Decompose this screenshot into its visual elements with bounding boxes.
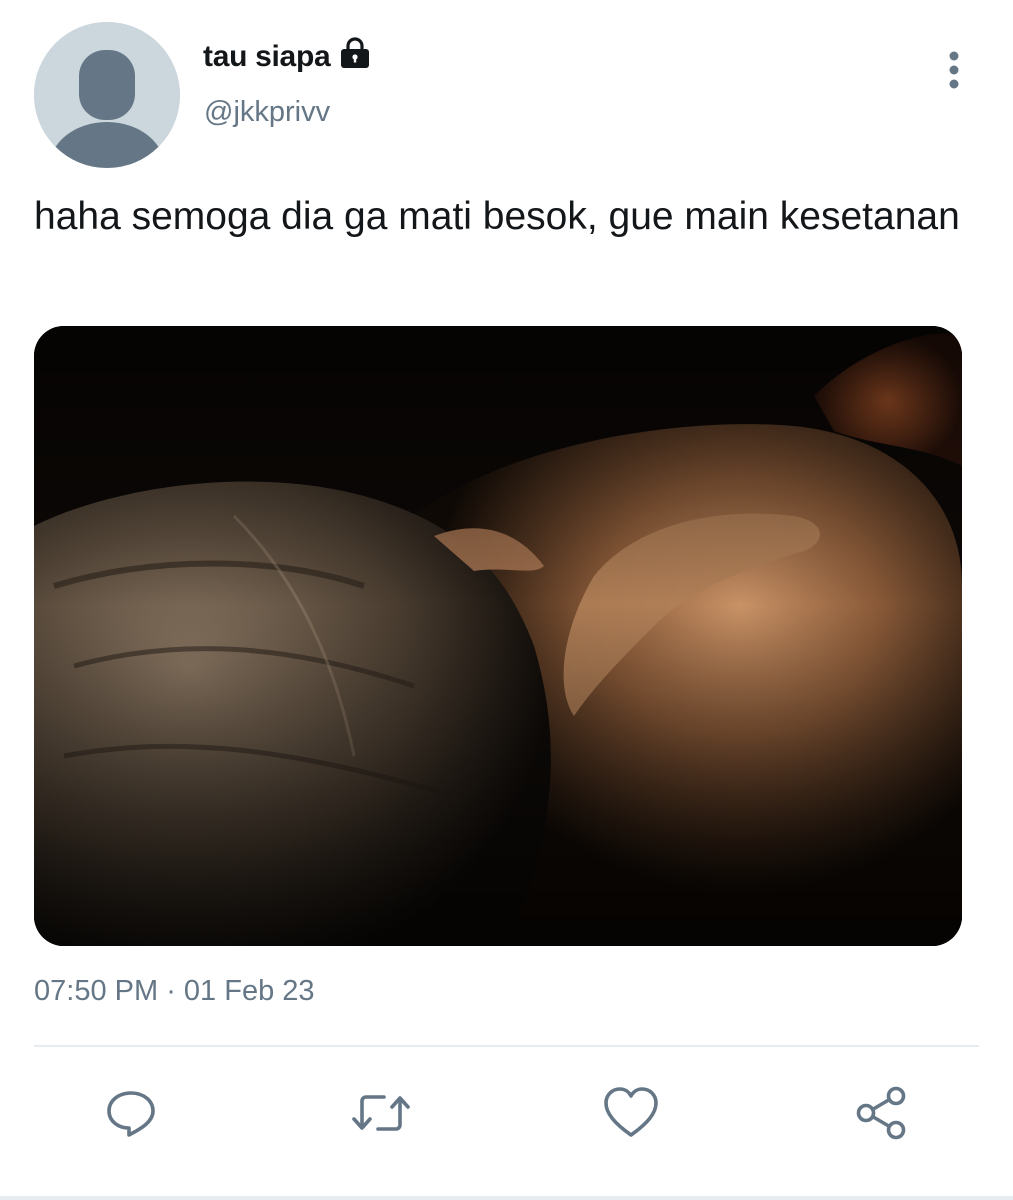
tweet-text: haha semoga dia ga mati besok, gue main … xyxy=(34,195,960,238)
user-handle[interactable]: @jkkprivv xyxy=(204,96,330,129)
reply-button[interactable] xyxy=(100,1082,162,1144)
display-name[interactable]: tau siapa xyxy=(203,40,331,74)
like-button[interactable] xyxy=(600,1082,662,1144)
lock-icon xyxy=(338,36,372,75)
more-vertical-icon xyxy=(949,51,959,89)
timestamp-separator: · xyxy=(158,975,184,1007)
more-options-button[interactable] xyxy=(934,48,974,92)
heart-icon xyxy=(604,1087,658,1137)
tweet-time: 07:50 PM xyxy=(34,975,159,1007)
divider xyxy=(34,1045,979,1047)
retweet-button[interactable] xyxy=(350,1082,412,1144)
retweet-icon xyxy=(352,1095,410,1131)
bottom-border xyxy=(0,1196,1013,1200)
share-button[interactable] xyxy=(850,1082,912,1144)
tweet-timestamp[interactable]: 07:50 PM · 01 Feb 23 xyxy=(34,975,315,1008)
share-icon xyxy=(856,1086,906,1140)
user-name-row[interactable]: tau siapa xyxy=(203,36,372,75)
tweet-photo[interactable] xyxy=(34,326,962,946)
avatar[interactable] xyxy=(34,22,180,168)
tweet-date: 01 Feb 23 xyxy=(183,975,315,1007)
photo-artwork xyxy=(34,326,962,946)
default-avatar-icon xyxy=(34,22,180,168)
reply-icon xyxy=(107,1091,155,1137)
